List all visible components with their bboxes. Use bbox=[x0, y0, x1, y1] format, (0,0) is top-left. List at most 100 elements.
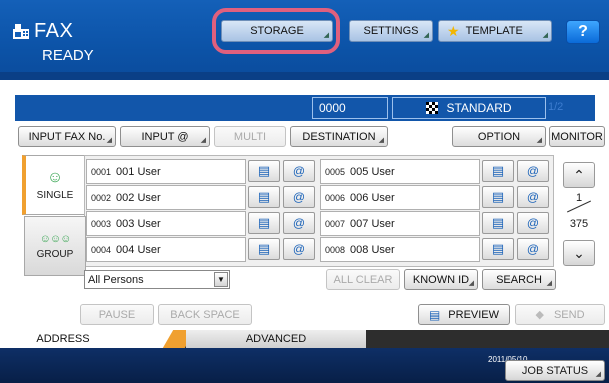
email-destination-button[interactable]: @ bbox=[517, 212, 549, 234]
template-button-label: TEMPLATE bbox=[465, 25, 523, 37]
scroll-up-button[interactable]: ⌃ bbox=[563, 162, 595, 188]
fax-destination-button[interactable]: ▤ bbox=[248, 238, 280, 260]
checker-icon bbox=[426, 102, 439, 114]
destination-button[interactable]: DESTINATION ◢ bbox=[290, 126, 388, 147]
chevron-up-icon: ⌃ bbox=[573, 166, 585, 183]
fax-destination-button[interactable]: ▤ bbox=[482, 212, 514, 234]
email-icon: @ bbox=[526, 242, 540, 256]
fax-destination-button[interactable]: ▤ bbox=[482, 160, 514, 182]
user-name: 008 User bbox=[350, 243, 395, 256]
user-entry[interactable]: 0001 001 User bbox=[86, 159, 246, 184]
resolution-display: STANDARD bbox=[392, 97, 546, 119]
arrow-icon: ◢ bbox=[542, 32, 548, 39]
arrow-icon: ◢ bbox=[546, 280, 552, 287]
email-destination-button[interactable]: @ bbox=[517, 186, 549, 208]
input-fax-number-button[interactable]: INPUT FAX No. ◢ bbox=[18, 126, 116, 147]
user-entry[interactable]: 0006 006 User bbox=[320, 185, 480, 210]
send-button[interactable]: ◆ SEND bbox=[515, 304, 605, 325]
preview-label: PREVIEW bbox=[448, 308, 500, 321]
monitor-label: MONITOR bbox=[551, 130, 603, 143]
user-number: 0005 bbox=[325, 166, 346, 177]
app-title: FAX bbox=[34, 20, 74, 42]
user-name: 003 User bbox=[116, 217, 161, 230]
fax-destination-button[interactable]: ▤ bbox=[482, 238, 514, 260]
back-space-label: BACK SPACE bbox=[170, 308, 240, 321]
user-name: 007 User bbox=[350, 217, 395, 230]
fax-icon: ▤ bbox=[257, 241, 271, 256]
email-icon: @ bbox=[292, 164, 306, 178]
option-label: OPTION bbox=[477, 130, 521, 143]
user-number: 0008 bbox=[325, 244, 346, 255]
fax-destination-button[interactable]: ▤ bbox=[482, 186, 514, 208]
tab-group-label: GROUP bbox=[36, 248, 74, 260]
fax-destination-button[interactable]: ▤ bbox=[248, 160, 280, 182]
pause-button[interactable]: PAUSE bbox=[80, 304, 154, 325]
user-entry[interactable]: 0002 002 User bbox=[86, 185, 246, 210]
arrow-icon: ◢ bbox=[378, 137, 384, 144]
arrow-icon: ◢ bbox=[200, 137, 206, 144]
device-status: READY bbox=[42, 47, 94, 64]
fax-machine-icon bbox=[12, 22, 30, 40]
page-total: 375 bbox=[569, 218, 589, 230]
fax-icon: ▤ bbox=[257, 189, 271, 204]
option-button[interactable]: OPTION ◢ bbox=[452, 126, 546, 147]
input-fax-number-label: INPUT FAX No. bbox=[28, 130, 106, 143]
user-name: 002 User bbox=[116, 191, 161, 204]
email-icon: @ bbox=[292, 190, 306, 204]
tab-address[interactable]: ADDRESS bbox=[0, 330, 176, 348]
multi-button[interactable]: MULTI bbox=[214, 126, 286, 147]
help-button-label: ? bbox=[578, 23, 588, 40]
search-label: SEARCH bbox=[496, 273, 542, 286]
user-entry[interactable]: 0007 007 User bbox=[320, 211, 480, 236]
user-number: 0006 bbox=[325, 192, 346, 203]
header-divider bbox=[0, 72, 609, 80]
fax-icon: ▤ bbox=[257, 215, 271, 230]
input-email-button[interactable]: INPUT @ ◢ bbox=[120, 126, 210, 147]
tab-single[interactable]: ☺ SINGLE bbox=[22, 155, 84, 215]
all-clear-label: ALL CLEAR bbox=[333, 273, 393, 286]
email-icon: @ bbox=[292, 242, 306, 256]
template-button[interactable]: ★ TEMPLATE ◢ bbox=[438, 20, 552, 42]
arrow-icon: ◢ bbox=[106, 137, 112, 144]
preview-button[interactable]: ▤ PREVIEW bbox=[418, 304, 510, 325]
resolution-label: STANDARD bbox=[446, 101, 512, 115]
user-entry[interactable]: 0003 003 User bbox=[86, 211, 246, 236]
person-filter-value: All Persons bbox=[88, 273, 144, 286]
email-icon: @ bbox=[526, 164, 540, 178]
fax-icon: ▤ bbox=[257, 163, 271, 178]
storage-button[interactable]: STORAGE ◢ bbox=[221, 20, 333, 42]
fax-icon: ▤ bbox=[491, 215, 505, 230]
tab-single-label: SINGLE bbox=[36, 189, 74, 201]
back-space-button[interactable]: BACK SPACE bbox=[158, 304, 252, 325]
fax-icon: ▤ bbox=[491, 163, 505, 178]
job-status-label: JOB STATUS bbox=[521, 364, 589, 377]
email-destination-button[interactable]: @ bbox=[517, 238, 549, 260]
job-status-button[interactable]: JOB STATUS ◢ bbox=[505, 360, 605, 381]
user-entry[interactable]: 0008 008 User bbox=[320, 237, 480, 262]
email-destination-button[interactable]: @ bbox=[283, 186, 315, 208]
monitor-button[interactable]: MONITOR bbox=[549, 126, 605, 147]
fax-destination-button[interactable]: ▤ bbox=[248, 212, 280, 234]
email-destination-button[interactable]: @ bbox=[283, 238, 315, 260]
fax-destination-button[interactable]: ▤ bbox=[248, 186, 280, 208]
destination-display bbox=[18, 97, 308, 119]
send-label: SEND bbox=[553, 308, 585, 321]
all-clear-button[interactable]: ALL CLEAR bbox=[326, 269, 400, 290]
destination-counter: 0000 bbox=[312, 97, 388, 119]
email-destination-button[interactable]: @ bbox=[517, 160, 549, 182]
settings-button-label: SETTINGS bbox=[363, 25, 419, 37]
help-button[interactable]: ? bbox=[566, 20, 600, 44]
email-destination-button[interactable]: @ bbox=[283, 212, 315, 234]
user-entry[interactable]: 0004 004 User bbox=[86, 237, 246, 262]
tab-advanced[interactable]: ADVANCED bbox=[186, 330, 366, 348]
scroll-down-button[interactable]: ⌄ bbox=[563, 240, 595, 266]
known-id-button[interactable]: KNOWN ID ◢ bbox=[404, 269, 478, 290]
email-destination-button[interactable]: @ bbox=[283, 160, 315, 182]
tab-group[interactable]: ☺☺☺ GROUP bbox=[24, 216, 86, 276]
search-button[interactable]: SEARCH ◢ bbox=[482, 269, 556, 290]
settings-button[interactable]: SETTINGS ◢ bbox=[349, 20, 433, 42]
arrow-icon: ◢ bbox=[423, 32, 429, 39]
person-filter-select[interactable]: All Persons ▼ bbox=[84, 270, 230, 289]
user-entry[interactable]: 0005 005 User bbox=[320, 159, 480, 184]
known-id-label: KNOWN ID bbox=[412, 273, 470, 286]
